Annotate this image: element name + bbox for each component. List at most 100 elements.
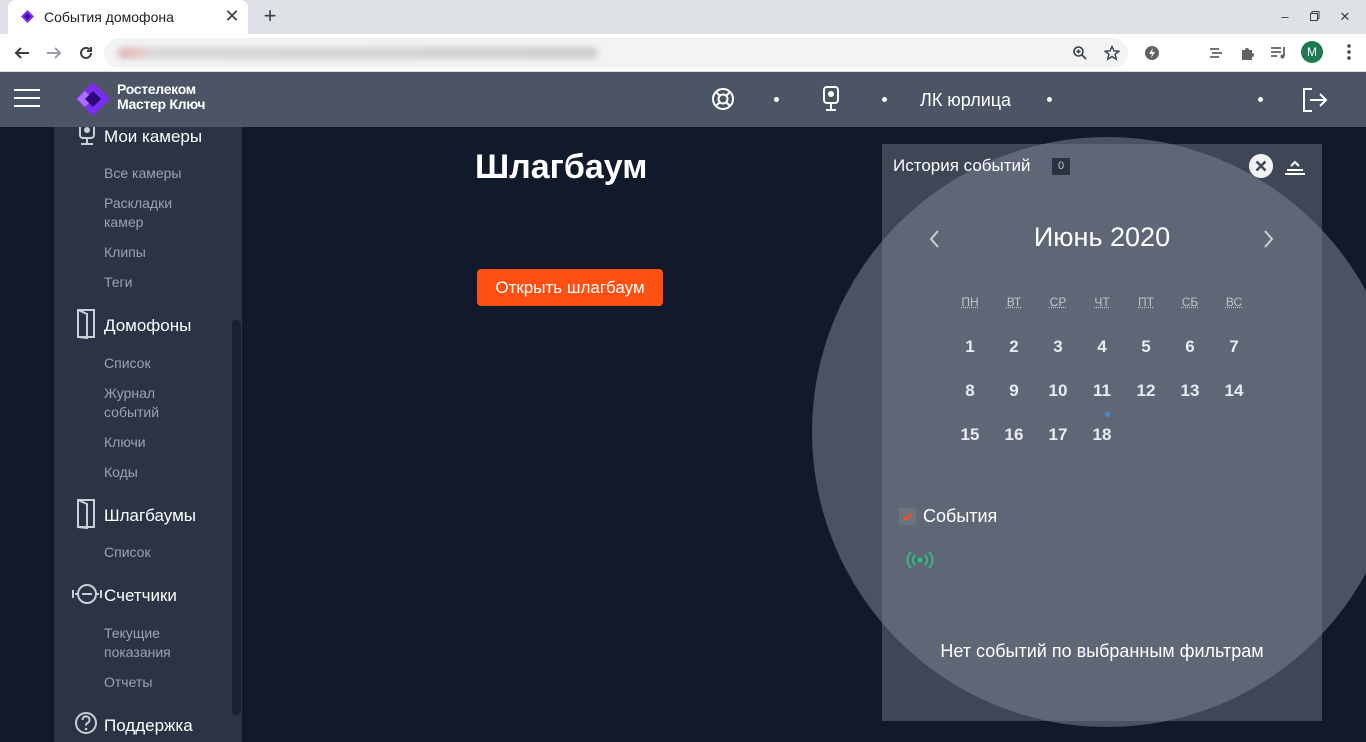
weekday-tue: ВТ <box>1006 295 1022 309</box>
address-bar[interactable] <box>104 38 1128 68</box>
calendar-day[interactable]: 6 <box>1175 337 1205 357</box>
day-event-marker <box>1105 412 1110 417</box>
weekday-wed: СР <box>1049 295 1067 309</box>
sidebar-item-all-cameras[interactable]: Все камеры <box>104 164 182 183</box>
reload-icon[interactable] <box>72 40 100 66</box>
restore-icon[interactable] <box>1306 8 1324 26</box>
sidebar-section-cameras[interactable]: Мои камеры <box>104 127 202 147</box>
sidebar-item-camera-layouts[interactable]: Раскладки камер <box>104 194 204 232</box>
logo-text[interactable]: Ростелеком Мастер Ключ <box>117 82 205 112</box>
account-label[interactable]: ЛК юрлица <box>920 90 1011 111</box>
events-filter-checkbox[interactable] <box>899 508 916 525</box>
calendar-day[interactable]: 2 <box>999 337 1029 357</box>
camera-icon <box>79 127 95 145</box>
sidebar-item-reports[interactable]: Отчеты <box>104 673 152 692</box>
calendar-day[interactable]: 9 <box>999 381 1029 401</box>
url-text-blurred <box>118 47 598 59</box>
sidebar-item-current-readings[interactable]: Текущие показания <box>104 624 204 662</box>
back-icon[interactable] <box>8 40 36 66</box>
calendar-day[interactable]: 3 <box>1043 337 1073 357</box>
sidebar-scrollbar[interactable] <box>232 320 241 715</box>
sidebar-section-meters[interactable]: Счетчики <box>104 586 177 606</box>
header-separator-dot <box>1258 97 1263 102</box>
calendar-day[interactable]: 13 <box>1175 381 1205 401</box>
weekday-thu: ЧТ <box>1094 295 1110 309</box>
calendar-day[interactable]: 18 <box>1087 425 1117 445</box>
tab-close-icon[interactable]: ✕ <box>222 6 242 26</box>
events-filter-label[interactable]: События <box>923 506 997 527</box>
calendar-day[interactable]: 14 <box>1219 381 1249 401</box>
sidebar-section-barriers[interactable]: Шлагбаумы <box>104 506 196 526</box>
calendar-day[interactable]: 16 <box>999 425 1029 445</box>
bookmark-star-icon[interactable] <box>1104 45 1120 61</box>
calendar-day[interactable]: 15 <box>955 425 985 445</box>
sidebar-item-intercom-list[interactable]: Список <box>104 354 151 373</box>
menu-icon[interactable] <box>14 89 40 109</box>
events-count-badge: 0 <box>1052 158 1070 175</box>
tab-title: События домофона <box>44 9 174 25</box>
browser-tab[interactable]: События домофона ✕ <box>8 0 248 34</box>
extension-moon-icon[interactable] <box>1175 44 1193 62</box>
help-icon <box>75 712 97 734</box>
zoom-icon[interactable] <box>1072 45 1088 61</box>
logo-line2: Мастер Ключ <box>117 96 206 112</box>
new-tab-button[interactable]: + <box>258 4 282 28</box>
calendar-month-title: Июнь 2020 <box>1033 222 1171 252</box>
logout-icon[interactable] <box>1300 86 1328 114</box>
sidebar-section-support[interactable]: Поддержка <box>104 716 193 736</box>
panel-close-icon[interactable] <box>1249 154 1273 178</box>
forward-icon[interactable] <box>40 40 68 66</box>
open-barrier-button[interactable]: Открыть шлагбаум <box>477 269 663 306</box>
sidebar-item-clips[interactable]: Клипы <box>104 243 146 262</box>
profile-avatar[interactable]: M <box>1301 41 1323 63</box>
panel-divider <box>882 484 1322 485</box>
header-separator-dot <box>882 97 887 102</box>
calendar-day[interactable]: 1 <box>955 337 985 357</box>
header-separator-dot <box>1047 97 1052 102</box>
events-panel-title: История событий <box>893 156 1031 175</box>
extensions-puzzle-icon[interactable] <box>1239 44 1257 62</box>
sidebar-section-intercoms[interactable]: Домофоны <box>104 316 191 336</box>
door-icon <box>77 309 95 339</box>
rostelecom-favicon-icon <box>21 10 34 23</box>
panel-divider <box>882 594 1322 595</box>
rostelecom-logo-icon[interactable] <box>76 82 110 116</box>
weekday-sun: ВС <box>1225 295 1243 309</box>
calendar-day[interactable]: 7 <box>1219 337 1249 357</box>
sidebar-item-event-log[interactable]: Журнал событий <box>104 384 204 422</box>
meter-icon <box>72 584 102 604</box>
calendar-day[interactable]: 12 <box>1131 381 1161 401</box>
barrier-door-icon <box>77 499 95 529</box>
calendar-prev-month-icon[interactable] <box>925 228 945 250</box>
event-signal-icon[interactable] <box>906 550 934 570</box>
calendar-day[interactable]: 17 <box>1043 425 1073 445</box>
sidebar-item-keys[interactable]: Ключи <box>104 433 146 452</box>
panel-collapse-icon[interactable] <box>1284 156 1306 176</box>
browser-toolbar: M <box>0 34 1366 72</box>
sidebar-item-barrier-list[interactable]: Список <box>104 543 151 562</box>
calendar-day-marked[interactable]: 11 <box>1087 381 1117 401</box>
sidebar: Мои камеры Все камеры Раскладки камер Кл… <box>54 127 242 742</box>
logo-line1: Ростелеком <box>117 81 196 97</box>
browser-menu-icon[interactable] <box>1340 43 1358 61</box>
minimize-icon[interactable]: – <box>1276 8 1294 26</box>
sidebar-item-tags[interactable]: Теги <box>104 273 132 292</box>
app-header: Ростелеком Мастер Ключ ЛК юрлица <box>0 72 1366 127</box>
header-separator-dot <box>774 97 779 102</box>
weekday-mon: ПН <box>961 295 979 309</box>
media-queue-icon[interactable] <box>1270 44 1288 62</box>
weekday-fri: ПТ <box>1138 295 1154 309</box>
extension-ghostery-icon[interactable] <box>1143 44 1161 62</box>
calendar-day[interactable]: 8 <box>955 381 985 401</box>
sidebar-item-codes[interactable]: Коды <box>104 463 138 482</box>
calendar-day[interactable]: 10 <box>1043 381 1073 401</box>
intercom-icon[interactable] <box>822 86 840 112</box>
calendar-day[interactable]: 4 <box>1087 337 1117 357</box>
browser-tab-bar: События домофона ✕ + – ✕ <box>0 0 1366 34</box>
calendar-next-month-icon[interactable] <box>1258 228 1278 250</box>
support-lifebuoy-icon[interactable] <box>711 87 735 111</box>
window-close-icon[interactable]: ✕ <box>1336 8 1354 26</box>
calendar-day[interactable]: 5 <box>1131 337 1161 357</box>
weekday-sat: СБ <box>1181 295 1199 309</box>
extension-list-icon[interactable] <box>1207 44 1225 62</box>
